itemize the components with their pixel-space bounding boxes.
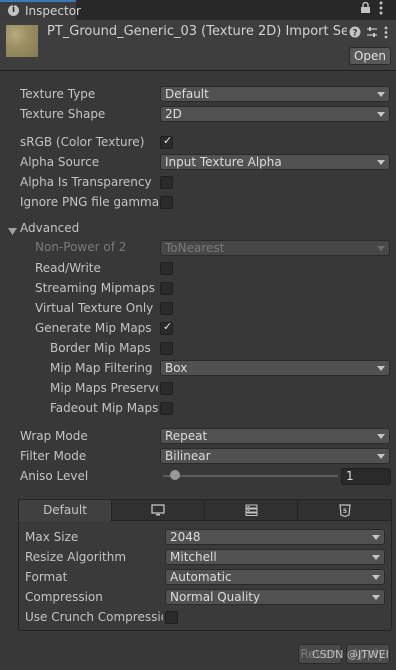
mip-preserve-label: Mip Maps Preserve bbox=[50, 381, 158, 395]
header-more-icon[interactable] bbox=[384, 26, 388, 42]
chevron-down-icon bbox=[372, 535, 380, 540]
streaming-mipmaps-label: Streaming Mipmaps bbox=[35, 281, 156, 295]
aniso-slider-thumb[interactable] bbox=[170, 470, 180, 480]
aniso-slider-track[interactable] bbox=[163, 475, 338, 477]
filter-mode-value: Bilinear bbox=[165, 449, 211, 463]
chevron-down-icon bbox=[372, 575, 380, 580]
texture-type-dropdown[interactable]: Default bbox=[160, 86, 390, 102]
chevron-down-icon bbox=[377, 366, 385, 371]
watermark: CSDN @JTWEI bbox=[312, 648, 389, 661]
server-icon bbox=[245, 504, 257, 516]
alpha-transparency-label: Alpha Is Transparency bbox=[20, 175, 152, 189]
non-power-of-2-label: Non-Power of 2 bbox=[35, 240, 127, 254]
aniso-level-input[interactable]: 1 bbox=[341, 468, 391, 485]
texture-type-label: Texture Type bbox=[20, 87, 96, 101]
chevron-down-icon bbox=[372, 595, 380, 600]
non-power-of-2-value: ToNearest bbox=[165, 241, 225, 255]
compression-dropdown[interactable]: Normal Quality bbox=[165, 589, 385, 605]
tab-inspector[interactable]: i Inspector bbox=[0, 0, 81, 20]
chevron-down-icon bbox=[377, 246, 385, 251]
resize-algorithm-dropdown[interactable]: Mitchell bbox=[165, 549, 385, 565]
asset-title: PT_Ground_Generic_03 (Texture 2D) Import… bbox=[47, 24, 347, 39]
help-icon[interactable]: ? bbox=[349, 26, 361, 41]
resize-algorithm-label: Resize Algorithm bbox=[25, 550, 127, 564]
fadeout-mips-checkbox[interactable] bbox=[160, 402, 173, 415]
read-write-checkbox[interactable] bbox=[160, 262, 173, 275]
streaming-mipmaps-checkbox[interactable] bbox=[160, 282, 173, 295]
filter-mode-dropdown[interactable]: Bilinear bbox=[160, 448, 390, 464]
tab-default[interactable]: Default bbox=[18, 499, 112, 521]
fadeout-mips-label: Fadeout Mip Maps bbox=[50, 401, 159, 415]
alpha-transparency-checkbox[interactable] bbox=[160, 176, 173, 189]
compression-label: Compression bbox=[25, 590, 103, 604]
advanced-foldout[interactable]: Advanced bbox=[20, 221, 79, 235]
alpha-source-dropdown[interactable]: Input Texture Alpha bbox=[160, 154, 390, 170]
read-write-label: Read/Write bbox=[35, 261, 101, 275]
info-icon: i bbox=[8, 5, 19, 16]
presets-icon[interactable] bbox=[366, 26, 378, 41]
open-button[interactable]: Open bbox=[349, 47, 391, 65]
wrap-mode-dropdown[interactable]: Repeat bbox=[160, 428, 390, 444]
max-size-label: Max Size bbox=[25, 530, 79, 544]
generate-mips-label: Generate Mip Maps bbox=[35, 321, 152, 335]
checkmark-icon: ✓ bbox=[163, 320, 173, 333]
texture-shape-dropdown[interactable]: 2D bbox=[160, 106, 390, 122]
srgb-label: sRGB (Color Texture) bbox=[20, 135, 145, 149]
chevron-down-icon bbox=[377, 454, 385, 459]
svg-text:?: ? bbox=[352, 29, 357, 39]
aniso-level-label: Aniso Level bbox=[20, 469, 89, 483]
monitor-icon bbox=[151, 504, 165, 516]
crunch-checkbox[interactable] bbox=[165, 611, 178, 624]
chevron-down-icon bbox=[377, 112, 385, 117]
tab-webgl[interactable]: 5 bbox=[297, 499, 392, 521]
mip-filtering-label: Mip Map Filtering bbox=[50, 361, 153, 375]
tab-standalone[interactable] bbox=[111, 499, 205, 521]
svg-text:5: 5 bbox=[342, 508, 346, 515]
compression-value: Normal Quality bbox=[170, 590, 261, 604]
texture-thumbnail bbox=[6, 25, 38, 57]
filter-mode-label: Filter Mode bbox=[20, 449, 87, 463]
crunch-label: Use Crunch Compression bbox=[25, 610, 163, 624]
wrap-mode-value: Repeat bbox=[165, 429, 208, 443]
chevron-down-icon bbox=[377, 92, 385, 97]
foldout-expanded-icon[interactable] bbox=[8, 225, 17, 239]
tab-label: Inspector bbox=[25, 4, 81, 18]
texture-type-value: Default bbox=[165, 87, 209, 101]
format-dropdown[interactable]: Automatic bbox=[165, 569, 385, 585]
resize-algorithm-value: Mitchell bbox=[170, 550, 217, 564]
tab-server[interactable] bbox=[204, 499, 298, 521]
texture-shape-label: Texture Shape bbox=[20, 107, 106, 121]
max-size-dropdown[interactable]: 2048 bbox=[165, 529, 385, 545]
border-mips-label: Border Mip Maps bbox=[50, 341, 151, 355]
mip-filtering-dropdown[interactable]: Box bbox=[160, 360, 390, 376]
html5-icon: 5 bbox=[338, 504, 351, 518]
alpha-source-value: Input Texture Alpha bbox=[165, 155, 282, 169]
chevron-down-icon bbox=[377, 160, 385, 165]
virtual-texture-label: Virtual Texture Only bbox=[35, 301, 154, 315]
chevron-down-icon bbox=[372, 555, 380, 560]
lock-icon[interactable] bbox=[360, 1, 371, 17]
max-size-value: 2048 bbox=[170, 530, 201, 544]
virtual-texture-checkbox[interactable] bbox=[160, 302, 173, 315]
chevron-down-icon bbox=[377, 434, 385, 439]
format-value: Automatic bbox=[170, 570, 232, 584]
generate-mips-checkbox[interactable]: ✓ bbox=[160, 320, 173, 335]
mip-filtering-value: Box bbox=[165, 361, 188, 375]
alpha-source-label: Alpha Source bbox=[20, 155, 100, 169]
border-mips-checkbox[interactable] bbox=[160, 342, 173, 355]
format-label: Format bbox=[25, 570, 68, 584]
checkmark-icon: ✓ bbox=[163, 134, 173, 147]
texture-shape-value: 2D bbox=[165, 107, 182, 121]
wrap-mode-label: Wrap Mode bbox=[20, 429, 88, 443]
more-options-icon[interactable] bbox=[379, 1, 383, 18]
ignore-png-gamma-checkbox[interactable] bbox=[160, 196, 173, 209]
srgb-checkbox[interactable]: ✓ bbox=[160, 134, 173, 149]
mip-preserve-checkbox[interactable] bbox=[160, 382, 173, 395]
non-power-of-2-dropdown: ToNearest bbox=[160, 240, 390, 256]
ignore-png-gamma-label: Ignore PNG file gamma bbox=[20, 195, 160, 209]
